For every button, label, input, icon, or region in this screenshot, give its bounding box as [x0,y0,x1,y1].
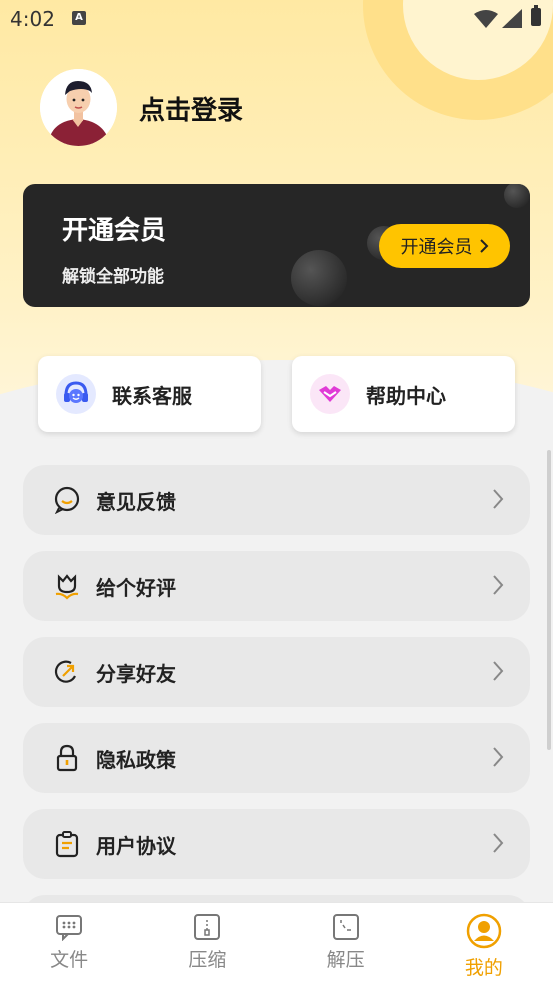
menu-item-rate[interactable]: 给个好评 [23,551,530,621]
open-vip-button-label: 开通会员 [400,237,473,258]
vip-subtitle: 解锁全部功能 [62,267,164,287]
avatar-illustration [40,69,117,146]
tab-label-mine: 我的 [464,957,503,979]
avatar[interactable] [40,69,117,146]
status-bar: 4:02 A [0,0,553,38]
customer-service-icon [56,374,96,414]
tab-file[interactable]: 文件 [0,903,138,985]
decorative-ball [291,250,347,306]
menu-label-privacy: 隐私政策 [96,747,176,772]
clipboard-icon [53,830,81,858]
menu-label-agreement: 用户协议 [96,833,176,858]
bottom-tab-bar: 文件 压缩 解压 我的 [0,902,553,985]
menu-label-rate: 给个好评 [96,575,176,600]
vip-title: 开通会员 [62,216,167,246]
chevron-right-icon [493,489,504,509]
help-center-icon [310,374,350,414]
chevron-right-icon [493,661,504,681]
chevron-right-icon [493,747,504,767]
tab-compress[interactable]: 压缩 [138,903,276,985]
open-vip-button[interactable]: 开通会员 [379,224,510,268]
menu-item-privacy[interactable]: 隐私政策 [23,723,530,793]
tab-label-decompress: 解压 [326,949,365,971]
compress-icon [194,914,221,940]
tab-label-compress: 压缩 [188,949,227,971]
decompress-icon [332,914,359,940]
lock-icon [53,744,81,772]
contact-service-label: 联系客服 [112,383,192,408]
menu-label-share: 分享好友 [96,661,176,686]
menu-label-feedback: 意见反馈 [96,489,176,514]
flower-rating-icon [53,572,81,600]
vip-card[interactable]: 开通会员 解锁全部功能 开通会员 [23,184,530,307]
feedback-icon [53,486,81,514]
tab-label-file: 文件 [50,949,89,971]
menu-item-share[interactable]: 分享好友 [23,637,530,707]
chevron-right-icon [493,575,504,595]
decorative-ball [504,184,530,208]
contact-service-card[interactable]: 联系客服 [38,356,261,432]
status-time: 4:02 [10,7,55,31]
menu-item-feedback[interactable]: 意见反馈 [23,465,530,535]
tab-mine[interactable]: 我的 [415,903,553,985]
scrollbar[interactable] [547,450,551,750]
share-icon [53,658,81,686]
chevron-right-icon [479,239,488,253]
chevron-right-icon [493,833,504,853]
login-text[interactable]: 点击登录 [139,90,243,127]
file-icon [56,915,83,941]
signal-icon [502,9,522,28]
profile-icon [466,913,502,949]
sim-icon: A [72,11,86,25]
menu-item-agreement[interactable]: 用户协议 [23,809,530,879]
battery-icon [531,5,541,26]
help-center-label: 帮助中心 [366,383,446,408]
wifi-icon [474,10,498,28]
help-center-card[interactable]: 帮助中心 [292,356,515,432]
tab-decompress[interactable]: 解压 [277,903,415,985]
